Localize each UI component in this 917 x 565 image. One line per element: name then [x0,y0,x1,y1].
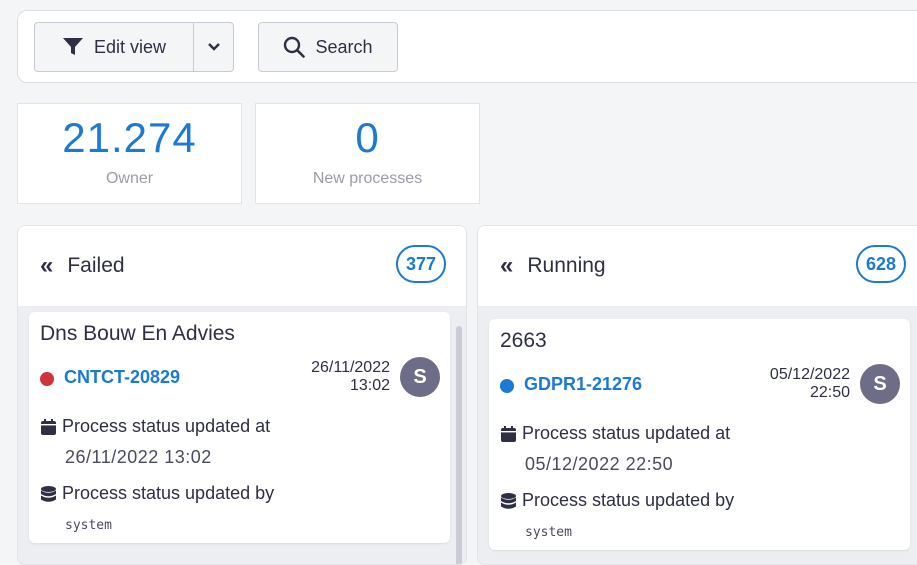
updated-by-value: system [65,518,112,533]
card-name: Dns Bouw En Advies [40,322,235,345]
database-icon [41,486,56,502]
chevron-down-icon [207,43,220,51]
status-dot-icon [40,372,54,386]
updated-at-value: 05/12/2022 22:50 [525,454,674,474]
filter-icon [62,38,83,55]
card-date-day: 26/11/2022 [311,359,390,376]
running-column-header: « Running 628 [478,226,917,306]
card-date-time: 22:50 [809,384,850,401]
avatar[interactable]: S [400,357,440,397]
search-button[interactable]: Search [258,22,398,72]
card-reference-link[interactable]: CNTCT-20829 [64,367,180,388]
new-processes-label: New processes [312,170,423,187]
card-date: 05/12/2022 22:50 [770,366,850,402]
updated-at-value: 26/11/2022 13:02 [65,447,212,467]
column-scrollbar[interactable] [456,326,462,564]
updated-at-label: Process status updated at [522,423,731,443]
search-label: Search [315,36,373,57]
card-reference-link[interactable]: GDPR1-21276 [524,374,642,395]
search-icon [284,36,306,58]
failed-count-badge: 377 [396,245,446,283]
updated-at-label: Process status updated at [62,416,271,436]
running-count-badge: 628 [856,245,906,283]
calendar-icon [501,426,516,442]
edit-view-button[interactable]: Edit view [34,22,193,72]
process-card[interactable]: Dns Bouw En Advies CNTCT-20829 26/11/202… [29,312,450,543]
new-processes-stat-card[interactable]: 0 New processes [255,103,480,204]
collapse-chevron-icon[interactable]: « [40,254,53,278]
process-card[interactable]: 2663 GDPR1-21276 05/12/2022 22:50 S Proc… [489,319,910,550]
avatar[interactable]: S [860,364,900,404]
failed-column: « Failed 377 Dns Bouw En Advies CNTCT-20… [17,225,467,565]
toolbar: Edit view Search [17,10,917,83]
updated-by-label: Process status updated by [62,483,275,503]
running-column: « Running 628 2663 GDPR1-21276 05/12/202… [477,225,917,565]
collapse-chevron-icon[interactable]: « [500,254,513,278]
calendar-icon [41,419,56,435]
running-column-title: Running [527,254,606,277]
owner-label: Owner [105,170,154,187]
card-date-day: 05/12/2022 [769,366,850,383]
failed-column-title: Failed [67,254,125,277]
edit-view-dropdown-button[interactable] [193,22,234,72]
card-name: 2663 [500,329,547,352]
new-processes-count: 0 [355,114,380,161]
status-dot-icon [500,379,514,393]
edit-view-label: Edit view [93,36,167,57]
owner-stat-card[interactable]: 21.274 Owner [17,103,242,204]
card-date: 26/11/2022 13:02 [311,359,390,395]
failed-column-header: « Failed 377 [18,226,466,306]
database-icon [501,493,516,509]
card-date-time: 13:02 [349,377,390,394]
owner-count: 21.274 [62,114,197,161]
updated-by-value: system [525,525,572,540]
updated-by-label: Process status updated by [522,490,735,510]
